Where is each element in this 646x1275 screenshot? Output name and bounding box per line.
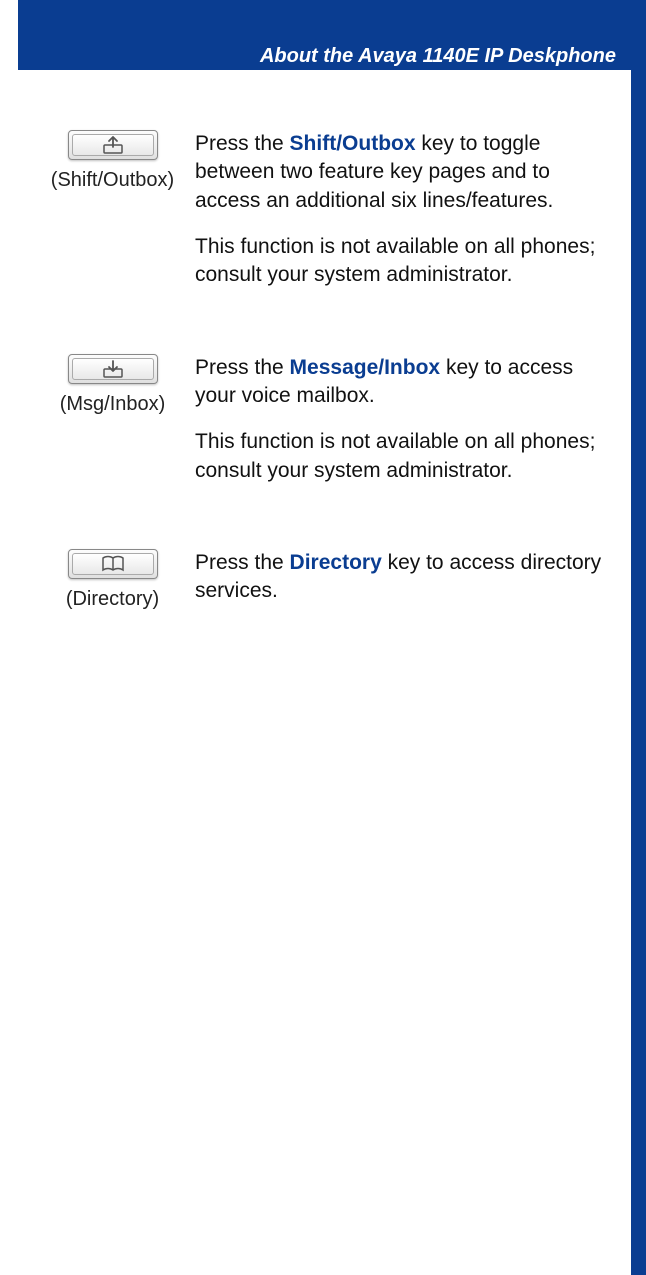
key-row: (Directory) Press the Directory key to a… [30,549,611,624]
text: This function is not available on all ph… [195,428,611,485]
text: Press the [195,356,290,379]
page-title: About the Avaya 1140E IP Deskphone [18,45,616,68]
key-column: (Directory) [30,549,195,611]
key-description: Press the Message/Inbox key to access yo… [195,354,611,503]
book-icon [101,555,125,573]
key-column: (Msg/Inbox) [30,354,195,416]
outbox-icon [102,135,124,155]
key-row: (Msg/Inbox) Press the Message/Inbox key … [30,354,611,503]
text: Press the [195,132,290,155]
key-column: (Shift/Outbox) [30,130,195,192]
bold-key-name: Shift/Outbox [290,132,416,155]
inbox-icon [102,359,124,379]
key-label: (Directory) [30,588,195,611]
bold-key-name: Directory [290,551,382,574]
side-bar [631,0,646,1275]
header-bar: About the Avaya 1140E IP Deskphone [18,0,646,70]
page-number: 25 [589,1234,624,1255]
content-area: (Shift/Outbox) Press the Shift/Outbox ke… [30,130,611,670]
text: Press the [195,551,290,574]
directory-key [68,549,158,579]
key-label: (Msg/Inbox) [30,393,195,416]
text: This function is not available on all ph… [195,233,611,290]
shift-outbox-key [68,130,158,160]
key-description: Press the Shift/Outbox key to toggle bet… [195,130,611,308]
key-description: Press the Directory key to access direct… [195,549,611,624]
msg-inbox-key [68,354,158,384]
bold-key-name: Message/Inbox [290,356,441,379]
key-row: (Shift/Outbox) Press the Shift/Outbox ke… [30,130,611,308]
key-label: (Shift/Outbox) [30,169,195,192]
